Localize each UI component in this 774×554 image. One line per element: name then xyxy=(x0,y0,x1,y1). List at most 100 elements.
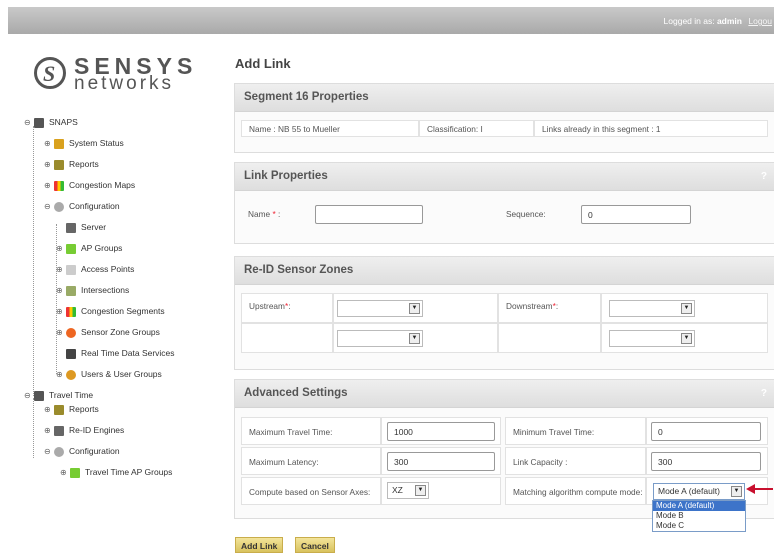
congestion-icon xyxy=(66,306,76,317)
expand-icon[interactable]: ⊕ xyxy=(56,284,64,298)
compute-mode-label: Matching algorithm compute mode: xyxy=(505,477,646,505)
downstream-select-1[interactable]: ▼ xyxy=(609,300,695,317)
name-label: Name * : xyxy=(248,209,281,219)
expand-icon[interactable]: ⊕ xyxy=(44,424,52,438)
page-title: Add Link xyxy=(235,56,291,71)
chevron-down-icon[interactable]: ▼ xyxy=(731,486,742,497)
panel-header: Segment 16 Properties xyxy=(235,84,774,112)
expand-icon[interactable]: ⊕ xyxy=(44,179,52,193)
tree-item-congestion-segments[interactable]: ⊕ Congestion Segments xyxy=(56,304,165,318)
tree-item-system-status[interactable]: ⊕ System Status xyxy=(44,136,124,150)
segment-links-count: Links already in this segment : 1 xyxy=(534,120,768,137)
help-icon[interactable]: ? xyxy=(761,171,767,182)
tree-item-travel-time[interactable]: ⊖ Travel Time xyxy=(24,388,93,402)
expand-icon[interactable]: ⊕ xyxy=(56,326,64,340)
compute-mode-dropdown: Mode A (default) Mode B Mode C xyxy=(652,500,746,532)
collapse-icon[interactable]: ⊖ xyxy=(44,200,52,214)
chevron-down-icon[interactable]: ▼ xyxy=(681,333,692,344)
compute-mode-select[interactable]: Mode A (default) ▼ xyxy=(653,483,745,500)
collapse-icon[interactable]: ⊖ xyxy=(24,389,32,403)
panel-header: Advanced Settings? xyxy=(235,380,774,408)
tree-item-sensor-zone-groups[interactable]: ⊕ Sensor Zone Groups xyxy=(56,325,160,339)
tree-item-users-groups[interactable]: ⊕ Users & User Groups xyxy=(56,367,162,381)
min-travel-time-label: Minimum Travel Time: xyxy=(505,417,646,445)
downstream-empty-cell xyxy=(498,323,601,353)
chevron-down-icon[interactable]: ▼ xyxy=(409,303,420,314)
tree-item-real-time-data-services[interactable]: Real Time Data Services xyxy=(64,346,175,360)
tree-item-intersections[interactable]: ⊕ Intersections xyxy=(56,283,129,297)
max-latency-input[interactable]: 300 xyxy=(387,452,495,471)
link-capacity-input[interactable]: 300 xyxy=(651,452,761,471)
logo-mark-icon: S xyxy=(34,57,66,89)
name-input[interactable] xyxy=(315,205,423,224)
reid-sensor-zones-panel: Re-ID Sensor Zones Upstream*: ▼ Downstre… xyxy=(234,256,774,370)
access-point-icon xyxy=(66,264,76,275)
cancel-button[interactable]: Cancel xyxy=(295,537,335,553)
sequence-label: Sequence: xyxy=(506,209,546,219)
expand-icon[interactable]: ⊕ xyxy=(60,466,68,480)
panel-title: Segment 16 Properties xyxy=(244,91,369,103)
login-status: Logged in as: admin Logou xyxy=(664,16,772,26)
expand-icon[interactable]: ⊕ xyxy=(44,403,52,417)
expand-icon[interactable]: ⊕ xyxy=(44,158,52,172)
chevron-down-icon[interactable]: ▼ xyxy=(681,303,692,314)
downstream-select-2[interactable]: ▼ xyxy=(609,330,695,347)
logout-link[interactable]: Logou xyxy=(748,16,772,26)
max-travel-time-input[interactable]: 1000 xyxy=(387,422,495,441)
add-link-button[interactable]: Add Link xyxy=(235,537,284,553)
tree-line xyxy=(33,398,34,458)
tree-item-reports[interactable]: ⊕ Reports xyxy=(44,157,99,171)
link-capacity-label: Link Capacity : xyxy=(505,447,646,475)
upstream-select-1[interactable]: ▼ xyxy=(337,300,423,317)
group-icon xyxy=(66,243,76,254)
tree-item-ap-groups[interactable]: ⊕ AP Groups xyxy=(56,241,122,255)
tree-item-tt-reports[interactable]: ⊕ Reports xyxy=(44,402,99,416)
tree-item-configuration[interactable]: ⊖ Configuration xyxy=(44,199,120,213)
sensys-logo: S SENSYS networks xyxy=(34,53,194,103)
reports-icon xyxy=(54,159,64,170)
engine-icon xyxy=(54,425,64,436)
gear-icon xyxy=(54,201,64,212)
logo-text-networks: networks xyxy=(74,73,175,94)
dropdown-option[interactable]: Mode C xyxy=(653,521,745,531)
expand-icon[interactable]: ⊕ xyxy=(56,305,64,319)
tree-line xyxy=(33,126,34,396)
downstream-label: Downstream*: xyxy=(498,293,601,323)
segment-properties-panel: Segment 16 Properties Name : NB 55 to Mu… xyxy=(234,83,774,153)
tree-item-access-points[interactable]: ⊕ Access Points xyxy=(56,262,134,276)
collapse-icon[interactable]: ⊖ xyxy=(44,445,52,459)
tree-item-congestion-maps[interactable]: ⊕ Congestion Maps xyxy=(44,178,135,192)
max-latency-label: Maximum Latency: xyxy=(241,447,381,475)
upstream-select-2[interactable]: ▼ xyxy=(337,330,423,347)
expand-icon[interactable]: ⊕ xyxy=(56,368,64,382)
min-travel-time-input[interactable]: 0 xyxy=(651,422,761,441)
dropdown-option[interactable]: Mode B xyxy=(653,511,745,521)
expand-icon[interactable]: ⊕ xyxy=(56,242,64,256)
segment-name: Name : NB 55 to Mueller xyxy=(241,120,419,137)
expand-icon[interactable]: ⊕ xyxy=(44,137,52,151)
sequence-input[interactable]: 0 xyxy=(581,205,691,224)
tree-item-tt-configuration[interactable]: ⊖ Configuration xyxy=(44,444,120,458)
top-bar: Logged in as: admin Logou xyxy=(8,7,774,34)
chevron-down-icon[interactable]: ▼ xyxy=(415,485,426,496)
tree-item-server[interactable]: Server xyxy=(64,220,106,234)
dropdown-option[interactable]: Mode A (default) xyxy=(653,501,745,511)
expand-icon[interactable]: ⊕ xyxy=(56,263,64,277)
panel-header: Re-ID Sensor Zones xyxy=(235,257,774,285)
tree-item-tt-ap-groups[interactable]: ⊕ Travel Time AP Groups xyxy=(60,465,172,479)
sensor-axes-label: Compute based on Sensor Axes: xyxy=(241,477,381,505)
chevron-down-icon[interactable]: ▼ xyxy=(409,333,420,344)
collapse-icon[interactable]: ⊖ xyxy=(24,116,32,130)
sensor-axes-select[interactable]: XZ ▼ xyxy=(387,482,429,499)
data-service-icon xyxy=(66,348,76,359)
intersection-icon xyxy=(66,285,76,296)
annotation-arrow-icon xyxy=(746,484,773,494)
help-icon[interactable]: ? xyxy=(761,388,767,399)
tree-item-snaps[interactable]: ⊖ SNAPS xyxy=(24,115,78,129)
users-icon xyxy=(66,369,76,380)
max-travel-time-label: Maximum Travel Time: xyxy=(241,417,381,445)
sensor-icon xyxy=(66,327,76,338)
folder-icon xyxy=(34,117,44,128)
tree-item-reid-engines[interactable]: ⊕ Re-ID Engines xyxy=(44,423,124,437)
group-icon xyxy=(70,467,80,478)
